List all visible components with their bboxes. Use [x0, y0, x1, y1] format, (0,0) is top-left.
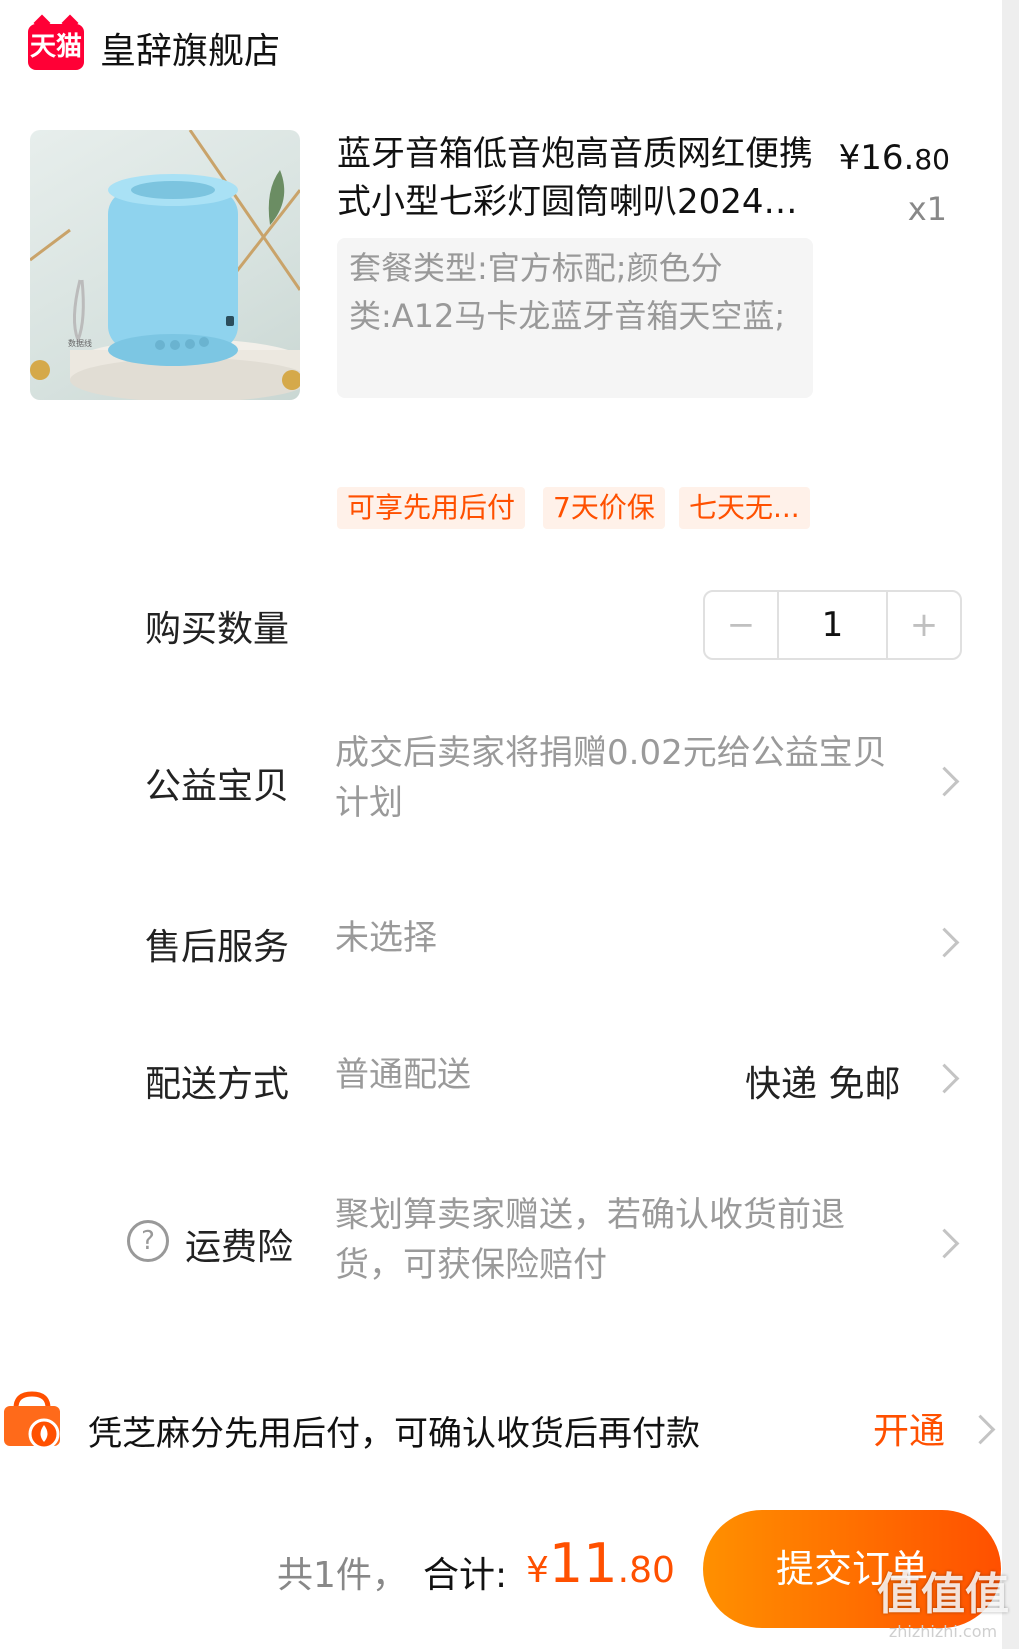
product-quantity: x1 — [907, 190, 947, 228]
charity-value[interactable]: 成交后卖家将捐赠0.02元给公益宝贝计划 — [335, 728, 895, 828]
after-sale-value[interactable]: 未选择 — [335, 913, 437, 963]
chevron-right-icon[interactable] — [929, 1228, 960, 1259]
shipping-insurance-value[interactable]: 聚划算卖家赠送，若确认收货前退货，可获保险赔付 — [335, 1190, 895, 1290]
decrement-button[interactable]: − — [705, 592, 777, 658]
product-image[interactable]: 数据线 — [30, 130, 300, 400]
tag-pay-later: 可享先用后付 — [337, 487, 526, 529]
zhima-text: 凭芝麻分先用后付，可确认收货后再付款 — [88, 1414, 700, 1454]
price-int: ¥16. — [838, 138, 915, 178]
quantity-stepper[interactable]: − 1 + — [703, 590, 962, 660]
delivery-option[interactable]: 快递 免邮 — [745, 1055, 900, 1107]
open-button[interactable]: 开通 — [873, 1402, 945, 1454]
chevron-right-icon[interactable] — [965, 1414, 996, 1445]
chevron-right-icon[interactable] — [929, 1063, 960, 1094]
total-dec: .80 — [617, 1550, 675, 1591]
total-amount: ¥11.80 — [526, 1532, 675, 1595]
increment-button[interactable]: + — [888, 592, 960, 658]
chevron-right-icon[interactable] — [929, 927, 960, 958]
image-caption: 数据线 — [68, 338, 92, 348]
price-dec: 80 — [914, 143, 950, 176]
delivery-label: 配送方式 — [145, 1064, 290, 1105]
watermark-logo: 值值值 zhizhizhi.com — [877, 1569, 1009, 1641]
help-icon[interactable]: ? — [127, 1220, 169, 1262]
speaker-illustration: 数据线 — [30, 130, 300, 400]
item-count: 共1件， — [277, 1555, 408, 1596]
product-price: ¥16.80 — [839, 138, 950, 178]
chevron-right-icon[interactable] — [929, 766, 960, 797]
tmall-logo: 天猫 — [28, 24, 84, 70]
tag-price-protect: 7天价保 — [543, 487, 665, 529]
product-title[interactable]: 蓝牙音箱低音炮高音质网红便携式小型七彩灯圆筒喇叭2024新款 — [337, 130, 817, 226]
shopping-bag-icon — [4, 1391, 60, 1450]
after-sale-label: 售后服务 — [145, 927, 290, 968]
order-card: 天猫 皇辞旗舰店 数据线 蓝牙音箱低音炮高音质网红便携式小型七彩灯圆筒喇叭202… — [0, 0, 1002, 1649]
currency-symbol: ¥ — [526, 1550, 549, 1591]
total-label: 合计: — [423, 1555, 508, 1596]
sku-selector[interactable]: 套餐类型:官方标配;颜色分类:A12马卡龙蓝牙音箱天空蓝; — [337, 238, 813, 398]
total-int: 11 — [548, 1532, 618, 1595]
quantity-value[interactable]: 1 — [777, 592, 888, 658]
shipping-insurance-label: 运费险 — [185, 1227, 294, 1268]
tag-return: 七天无... — [679, 487, 810, 529]
quantity-label: 购买数量 — [145, 609, 290, 650]
delivery-value[interactable]: 普通配送 — [335, 1050, 471, 1100]
store-name[interactable]: 皇辞旗舰店 — [100, 22, 280, 74]
charity-label: 公益宝贝 — [145, 766, 290, 807]
